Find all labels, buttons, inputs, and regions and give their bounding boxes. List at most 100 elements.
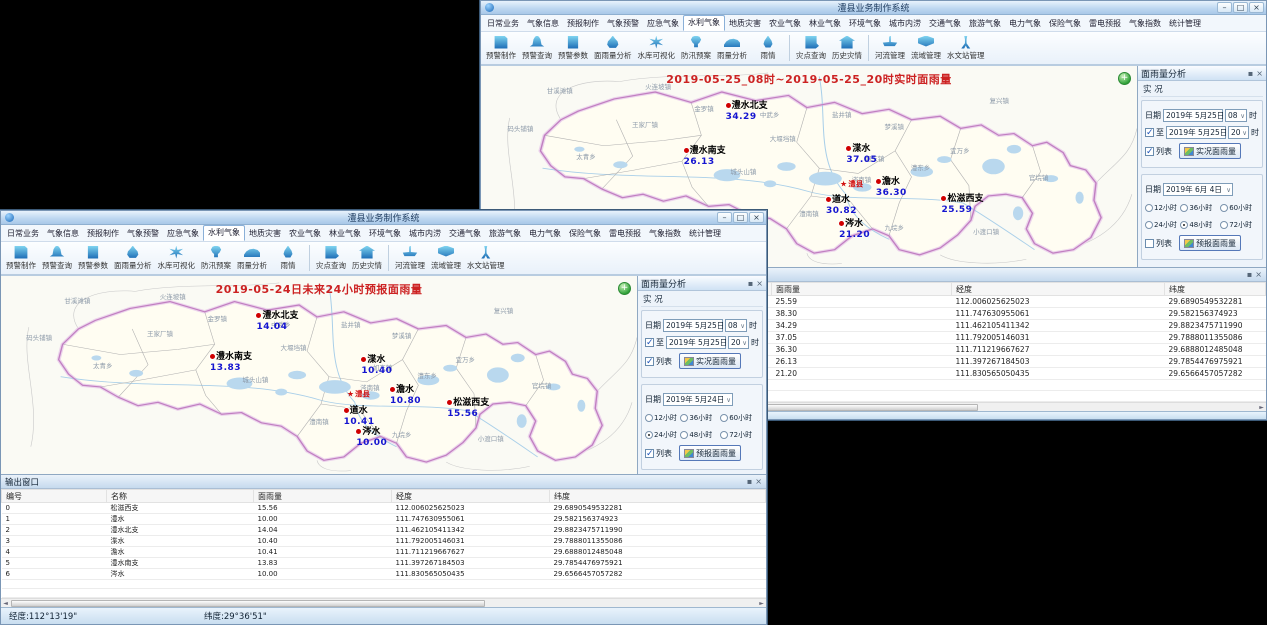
menu-item[interactable]: 城市内涝 — [405, 227, 445, 241]
menu-item[interactable]: 农业气象 — [765, 17, 805, 31]
title-bar[interactable]: 澧县业务制作系统 – □ × — [481, 1, 1266, 15]
scroll-right-icon[interactable] — [757, 600, 766, 607]
column-header[interactable]: 纬度 — [1165, 283, 1266, 296]
horizontal-scrollbar[interactable] — [1, 598, 766, 607]
forecast-date-select[interactable]: 2019年 5月24日 — [663, 393, 733, 406]
menu-item[interactable]: 电力气象 — [1005, 17, 1045, 31]
menu-item[interactable]: 气象指数 — [1125, 17, 1165, 31]
menu-item[interactable]: 应急气象 — [643, 17, 683, 31]
table-row[interactable]: 3渫水10.40111.79200514603129.7888011355086 — [2, 536, 766, 547]
duration-radio[interactable]: 12小时 — [1145, 203, 1180, 213]
menu-item[interactable]: 统计管理 — [685, 227, 725, 241]
toolbar-button[interactable]: 河流管理 — [872, 33, 908, 63]
toolbar-button[interactable]: 防汛预案 — [198, 243, 234, 273]
toolbar-button[interactable]: 雨量分析 — [234, 243, 270, 273]
pin-icon[interactable] — [748, 279, 753, 288]
toolbar-button[interactable]: 预警制作 — [3, 243, 39, 273]
duration-radio[interactable]: 36小时 — [680, 413, 720, 423]
live-date-select[interactable]: 2019年 5月25日 — [1163, 109, 1223, 122]
toolbar-button[interactable]: 水库可视化 — [155, 243, 199, 273]
hour-from-select[interactable]: 08 — [1225, 109, 1247, 122]
toolbar-button[interactable]: 预警查询 — [519, 33, 555, 63]
pin-icon[interactable] — [1248, 69, 1253, 78]
map-refresh-button[interactable] — [1118, 72, 1131, 85]
toolbar-button[interactable]: 流域管理 — [428, 243, 464, 273]
list-checkbox[interactable] — [645, 449, 654, 458]
toolbar-button[interactable]: 历史灾情 — [829, 33, 865, 63]
menu-item[interactable]: 环境气象 — [365, 227, 405, 241]
table-row[interactable]: 5澧水南支13.83111.39726718450329.78544769759… — [2, 558, 766, 569]
toolbar-button[interactable]: 历史灾情 — [349, 243, 385, 273]
scroll-left-icon[interactable] — [1, 600, 10, 607]
list-checkbox[interactable] — [1145, 239, 1154, 248]
column-header[interactable]: 面雨量 — [772, 283, 952, 296]
menu-item[interactable]: 日常业务 — [3, 227, 43, 241]
list-checkbox[interactable] — [1145, 147, 1154, 156]
menu-item[interactable]: 气象指数 — [645, 227, 685, 241]
table-row[interactable]: 0松滋西支15.56112.00602562502329.68905495322… — [2, 503, 766, 514]
duration-radio[interactable]: 48小时 — [1180, 220, 1220, 230]
maximize-button[interactable]: □ — [733, 212, 748, 223]
forecast-rain-button[interactable]: 预报面雨量 — [679, 445, 741, 461]
toolbar-button[interactable]: 预警制作 — [483, 33, 519, 63]
forecast-rain-button[interactable]: 预报面雨量 — [1179, 235, 1241, 251]
duration-radio[interactable]: 60小时 — [1220, 203, 1259, 213]
toolbar-button[interactable]: 河流管理 — [392, 243, 428, 273]
map-refresh-button[interactable] — [618, 282, 631, 295]
menu-item[interactable]: 林业气象 — [805, 17, 845, 31]
menu-item[interactable]: 保险气象 — [1045, 17, 1085, 31]
menu-item[interactable]: 预报制作 — [83, 227, 123, 241]
column-header[interactable]: 编号 — [2, 490, 107, 503]
menu-item[interactable]: 日常业务 — [483, 17, 523, 31]
duration-radio[interactable]: 60小时 — [720, 413, 759, 423]
toolbar-button[interactable]: 水库可视化 — [635, 33, 679, 63]
menu-item[interactable]: 气象信息 — [523, 17, 563, 31]
to-checkbox[interactable] — [1145, 128, 1154, 137]
forecast-date-select[interactable]: 2019年 6月 4日 — [1163, 183, 1233, 196]
menu-item[interactable]: 交通气象 — [445, 227, 485, 241]
toolbar-button[interactable]: 预警参数 — [555, 33, 591, 63]
minimize-button[interactable]: – — [717, 212, 732, 223]
toolbar-button[interactable]: 灾点查询 — [313, 243, 349, 273]
hour-to-select[interactable]: 20 — [728, 336, 749, 349]
menu-item[interactable]: 气象预警 — [123, 227, 163, 241]
menu-item[interactable]: 农业气象 — [285, 227, 325, 241]
menu-item[interactable]: 旅游气象 — [485, 227, 525, 241]
list-checkbox[interactable] — [645, 357, 654, 366]
toolbar-button[interactable]: 预警参数 — [75, 243, 111, 273]
menu-item[interactable]: 雷电预报 — [605, 227, 645, 241]
toolbar-button[interactable]: 水文站管理 — [944, 33, 988, 63]
menu-item[interactable]: 水利气象 — [203, 225, 245, 241]
column-header[interactable]: 纬度 — [550, 490, 766, 503]
menu-item[interactable]: 预报制作 — [563, 17, 603, 31]
table-row[interactable]: 4澹水10.41111.71121966762729.6888012485048 — [2, 547, 766, 558]
table-row[interactable]: 2澧水北支14.04111.46210541134229.88234757119… — [2, 525, 766, 536]
scroll-right-icon[interactable] — [1257, 404, 1266, 411]
live-date-select[interactable]: 2019年 5月25日 — [663, 319, 723, 332]
toolbar-button[interactable]: 面雨量分析 — [111, 243, 155, 273]
live-rain-button[interactable]: 实况面雨量 — [679, 353, 741, 369]
toolbar-button[interactable]: 防汛预案 — [678, 33, 714, 63]
menu-item[interactable]: 地质灾害 — [725, 17, 765, 31]
title-bar[interactable]: 澧县业务制作系统 – □ × — [1, 211, 766, 225]
menu-item[interactable]: 旅游气象 — [965, 17, 1005, 31]
toolbar-button[interactable]: 雨量分析 — [714, 33, 750, 63]
toolbar-button[interactable]: 流域管理 — [908, 33, 944, 63]
toolbar-button[interactable]: 面雨量分析 — [591, 33, 635, 63]
table-row[interactable]: 6涔水10.00111.83056505043529.6566457057282 — [2, 569, 766, 580]
menu-item[interactable]: 水利气象 — [683, 15, 725, 31]
scrollbar-thumb[interactable] — [11, 600, 485, 607]
menu-item[interactable]: 林业气象 — [325, 227, 365, 241]
toolbar-button[interactable]: 雨情 — [270, 243, 306, 273]
pin-icon[interactable] — [1247, 270, 1252, 279]
live-end-date-select[interactable]: 2019年 5月25日 — [666, 336, 726, 349]
live-end-date-select[interactable]: 2019年 5月25日 — [1166, 126, 1226, 139]
close-icon[interactable] — [755, 477, 762, 486]
menu-item[interactable]: 电力气象 — [525, 227, 565, 241]
toolbar-button[interactable]: 预警查询 — [39, 243, 75, 273]
live-rain-button[interactable]: 实况面雨量 — [1179, 143, 1241, 159]
hour-from-select[interactable]: 08 — [725, 319, 747, 332]
menu-item[interactable]: 交通气象 — [925, 17, 965, 31]
duration-radio[interactable]: 48小时 — [680, 430, 720, 440]
menu-item[interactable]: 地质灾害 — [245, 227, 285, 241]
